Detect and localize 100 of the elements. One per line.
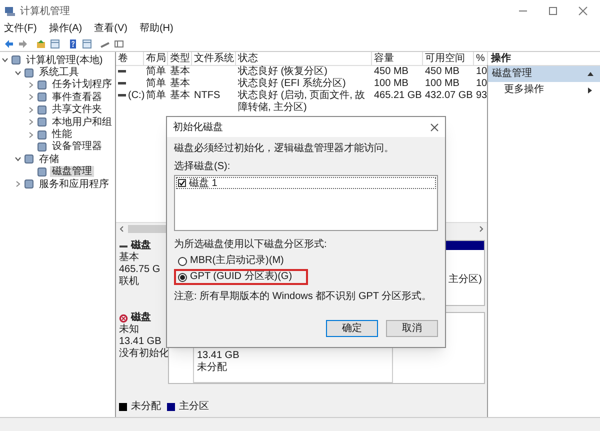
tree-item[interactable]: 存储 — [37, 154, 61, 165]
chevron-icon[interactable] — [2, 57, 8, 64]
help-icon[interactable] — [68, 38, 78, 48]
tree-item[interactable]: 系统工具 — [37, 67, 81, 78]
node-icon — [37, 80, 47, 90]
column-header[interactable]: 可用空间 — [423, 52, 474, 65]
column-header[interactable]: % — [474, 52, 488, 65]
menu-item[interactable]: 帮助(H) — [139, 23, 174, 35]
menu-item[interactable]: 操作(A) — [48, 23, 82, 35]
table-cell: 465.21 GB — [374, 90, 422, 102]
tree-item[interactable]: 性能 — [50, 129, 74, 140]
tree-item[interactable]: 事件查看器 — [50, 92, 104, 103]
table-cell: 450 MB — [425, 66, 460, 78]
tree-item[interactable]: 计算机管理(本地) — [24, 54, 105, 66]
tree-item[interactable]: 共享文件夹 — [50, 104, 104, 116]
disk-list-item[interactable]: 磁盘 1 — [176, 177, 436, 189]
tree-item[interactable]: 本地用户和组 — [50, 116, 114, 128]
partition-info: 主分区) — [448, 274, 482, 286]
checkbox[interactable] — [178, 179, 186, 187]
table-cell-text: 简单 — [146, 66, 166, 78]
node-icon — [37, 92, 47, 102]
dialog-button[interactable]: 取消 — [386, 320, 438, 337]
column-header[interactable]: 状态 — [236, 52, 372, 65]
disk-name: 磁盘 — [131, 312, 151, 324]
table-cell: 93 — [476, 90, 488, 102]
collapse-icon[interactable] — [587, 70, 594, 78]
action-item[interactable]: 磁盘管理 — [488, 66, 600, 82]
table-cell-text: 基本 — [170, 78, 190, 90]
panel-icon[interactable] — [82, 38, 92, 48]
table-cell: 100 MB — [374, 78, 408, 90]
section-label: 为所选磁盘使用以下磁盘分区形式: — [174, 239, 328, 251]
disk-info: 465.75 G — [119, 264, 162, 276]
table-cell: 432.07 GB — [425, 90, 473, 102]
close-icon[interactable] — [578, 6, 588, 16]
table-cell: 简单 — [146, 90, 166, 102]
chevron-icon[interactable] — [28, 132, 34, 138]
dialog-title: 初始化磁盘 — [173, 120, 224, 134]
radio-option[interactable]: MBR(主启动记录)(M) — [174, 253, 300, 269]
table-cell: NTFS — [194, 90, 220, 102]
node-icon — [37, 117, 47, 128]
close-icon[interactable] — [430, 122, 439, 132]
dialog-button[interactable]: 确定 — [326, 320, 378, 337]
table-cell: 100 MB — [425, 78, 460, 90]
tree-item[interactable]: 任务计划程序 — [50, 79, 114, 90]
disk-info: 13.41 GB — [119, 336, 162, 348]
panel-icon[interactable] — [50, 38, 60, 48]
node-icon — [37, 130, 47, 140]
chevron-icon[interactable] — [28, 106, 34, 113]
node-icon — [37, 166, 47, 177]
chevron-icon[interactable] — [15, 156, 21, 162]
table-cell: 基本 — [170, 90, 190, 102]
maximize-icon[interactable] — [548, 6, 558, 16]
chevron-icon[interactable] — [28, 119, 34, 126]
back-arrow-icon[interactable] — [4, 38, 14, 48]
column-header[interactable]: 文件系统 — [192, 52, 236, 65]
tree-item[interactable]: 磁盘管理 — [50, 166, 94, 178]
partition-info: 13.41 GB — [196, 350, 240, 362]
node-icon — [24, 179, 34, 190]
dialog-message: 磁盘必须经过初始化，逻辑磁盘管理器才能访问。 — [174, 143, 395, 155]
chevron-icon[interactable] — [28, 94, 34, 100]
forward-arrow-icon[interactable] — [18, 38, 28, 48]
node-icon — [37, 142, 47, 152]
table-cell-text: 状态良好 (EFI 系统分区) — [238, 78, 346, 90]
chevron-icon[interactable] — [15, 181, 21, 188]
table-cell: 10 — [476, 78, 488, 90]
menu-item[interactable]: 查看(V) — [94, 23, 128, 35]
check-icon — [179, 180, 185, 186]
radio-option[interactable]: GPT (GUID 分区表)(G) — [174, 269, 308, 285]
computer-icon — [4, 5, 16, 17]
scroll-right-icon[interactable] — [477, 224, 485, 232]
disk-info: 未知 — [119, 324, 140, 336]
scrollbar-thumb[interactable] — [128, 224, 168, 232]
column-header[interactable]: 卷 — [116, 52, 144, 65]
node-icon — [24, 68, 34, 78]
action-item[interactable]: 更多操作 — [488, 82, 600, 98]
list-label: 选择磁盘(S): — [174, 161, 232, 173]
submenu-arrow-icon[interactable] — [587, 86, 594, 94]
chevron-icon[interactable] — [28, 82, 34, 88]
table-cell-text: 基本 — [170, 66, 190, 78]
table-cell: 10 — [476, 66, 488, 78]
chevron-icon[interactable] — [15, 70, 21, 76]
scroll-left-icon[interactable] — [118, 224, 126, 232]
disk-name: 磁盘 — [131, 240, 151, 252]
tree-item[interactable]: 服务和应用程序 — [37, 178, 111, 190]
folder-up-icon[interactable] — [36, 38, 46, 48]
column-header[interactable]: 类型 — [168, 52, 192, 65]
column-header[interactable]: 容量 — [372, 52, 423, 65]
node-icon — [11, 55, 21, 66]
note-text: 注意: 所有早期版本的 Windows 都不识别 GPT 分区形式。 — [174, 291, 433, 303]
tree-item[interactable]: 设备管理器 — [50, 141, 104, 152]
menu-item[interactable]: 文件(F) — [4, 23, 37, 35]
node-icon — [24, 154, 34, 164]
table-cell: (C:) — [128, 90, 145, 102]
list-view-icon[interactable] — [114, 38, 124, 48]
legend-label: 主分区 — [179, 401, 209, 413]
table-cell-text: 简单 — [146, 78, 166, 90]
column-header[interactable]: 布局 — [144, 52, 168, 65]
partition-info: 未分配 — [196, 362, 228, 374]
table-cell-text: 状态良好 (恢复分区) — [238, 66, 328, 78]
disk-info: 基本 — [119, 252, 140, 264]
